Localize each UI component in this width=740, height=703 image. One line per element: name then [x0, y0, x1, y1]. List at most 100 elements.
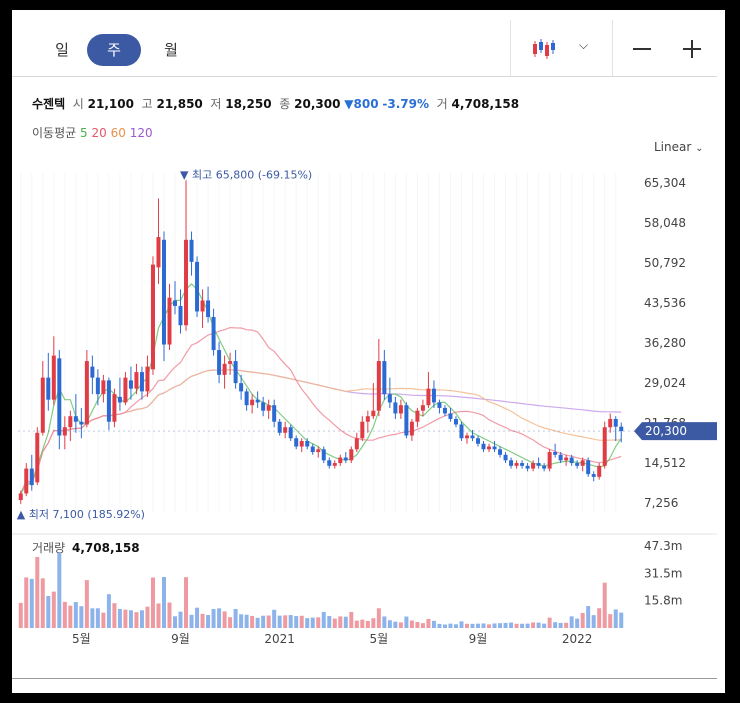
volume-bar [283, 615, 288, 628]
bottom-divider [12, 678, 717, 679]
candle-body [431, 388, 436, 403]
price-chart[interactable]: 65,30458,04850,79243,53636,28029,02421,7… [12, 10, 725, 693]
x-tick-label: 2021 [264, 632, 295, 646]
volume-bar [597, 608, 602, 628]
candle-body [184, 239, 189, 326]
volume-bar [101, 612, 106, 628]
y-tick-label: 14,512 [644, 456, 686, 470]
volume-bar [514, 623, 519, 628]
candle-body [161, 239, 166, 345]
volume-bar [580, 612, 585, 628]
volume-bar [128, 610, 133, 628]
candle-body [173, 300, 178, 306]
candle-body [564, 457, 569, 461]
candle-body [398, 405, 403, 414]
candle-body [145, 366, 150, 392]
volume-tick-label: 31.5m [644, 566, 682, 580]
volume-bar [387, 620, 392, 628]
candle-body [40, 377, 45, 433]
candle-body [613, 418, 618, 427]
x-tick-label: 2022 [562, 632, 593, 646]
volume-bar [277, 615, 282, 628]
volume-bar [492, 623, 497, 628]
volume-bar [437, 623, 442, 628]
volume-bar [520, 623, 525, 628]
candle-body [150, 264, 155, 370]
volume-bar [310, 617, 315, 628]
candle-body [525, 465, 530, 469]
candle-body [586, 460, 591, 475]
candle-body [266, 405, 271, 411]
candle-body [498, 449, 503, 455]
candle-body [195, 261, 200, 312]
candle-body [503, 454, 508, 461]
volume-bar [542, 623, 547, 628]
volume-bar [139, 610, 144, 628]
volume-bar [360, 619, 365, 628]
volume-bar [338, 616, 343, 628]
volume-bar [156, 603, 161, 628]
volume-bar [46, 595, 51, 628]
volume-bar [106, 594, 111, 628]
chart-panel: 일 주 월 ⌵ 수젠텍 시 21,100 고 21,850 저 18,250 종… [12, 10, 725, 693]
volume-bar [426, 618, 431, 628]
volume-bar [613, 609, 618, 628]
candle-body [520, 463, 525, 466]
candle-body [376, 361, 381, 411]
volume-bar [558, 622, 563, 628]
volume-bar [476, 623, 481, 628]
candle-body [597, 465, 602, 477]
volume-bar [376, 608, 381, 628]
x-tick-label: 9월 [469, 632, 488, 646]
candle-body [228, 361, 233, 364]
candle-body [514, 463, 519, 466]
candle-body [29, 468, 34, 486]
volume-bar [591, 615, 596, 628]
candle-body [327, 460, 332, 466]
volume-bar [448, 623, 453, 628]
volume-bar [35, 557, 40, 628]
volume-bar [431, 620, 436, 628]
volume-bar [288, 615, 293, 628]
volume-bar [117, 608, 122, 628]
volume-bar [57, 552, 62, 628]
volume-tick-label: 47.3m [644, 539, 682, 553]
volume-bar [167, 602, 172, 628]
candles [18, 180, 624, 504]
candle-body [222, 363, 227, 375]
volume-bar [299, 615, 304, 628]
candle-body [420, 405, 425, 411]
candle-body [316, 449, 321, 453]
volume-bar [228, 617, 233, 628]
volume-bar [327, 616, 332, 628]
volume-bar [29, 578, 34, 628]
volume-bar [586, 606, 591, 628]
volume-bar [470, 623, 475, 628]
volume-bar [498, 623, 503, 628]
y-tick-label: 58,048 [644, 216, 686, 230]
candle-body [68, 416, 73, 428]
candle-body [123, 377, 128, 403]
candle-body [51, 355, 56, 400]
candle-body [90, 366, 95, 378]
volume-bar [90, 608, 95, 628]
y-tick-label: 43,536 [644, 296, 686, 310]
candle-body [128, 380, 133, 389]
volume-bar [261, 615, 266, 628]
candle-body [283, 427, 288, 433]
volume-bar [382, 616, 387, 628]
candle-body [18, 493, 23, 501]
volume-bar [62, 601, 67, 628]
candle-body [46, 377, 51, 400]
volume-bar [51, 591, 56, 628]
volume-bar [481, 623, 486, 628]
candle-body [619, 426, 624, 432]
volume-bar [442, 624, 447, 628]
volume-bar [464, 623, 469, 628]
candle-body [591, 474, 596, 477]
volume-bar [619, 612, 624, 628]
candle-body [57, 358, 62, 436]
volume-bar [536, 622, 541, 628]
y-tick-label: 7,256 [644, 496, 678, 510]
volume-bar [217, 608, 222, 628]
